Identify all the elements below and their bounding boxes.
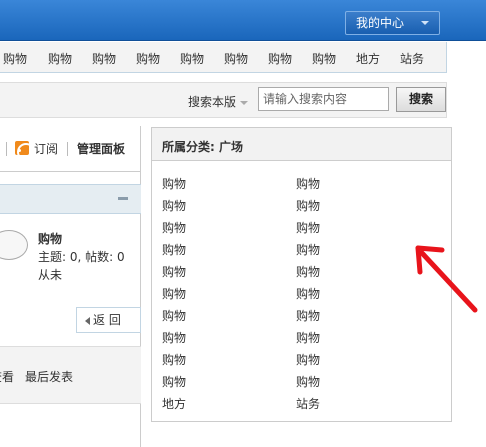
search-scope-label: 搜索本版 [188, 95, 237, 109]
annotation-arrow-icon [415, 245, 478, 313]
search-input[interactable] [258, 87, 389, 111]
category-item[interactable]: 购物 [296, 263, 320, 280]
top-bar: 我的中心 [0, 0, 486, 41]
user-center-label: 我的中心 [356, 16, 405, 30]
rss-icon[interactable] [15, 141, 29, 155]
category-item[interactable]: 购物 [296, 219, 320, 236]
nav-item[interactable]: 地方 [356, 50, 380, 67]
forum-stats: 主题: 0, 帖数: 0 [38, 250, 125, 264]
category-item[interactable]: 购物 [162, 329, 186, 346]
nav-item[interactable]: 购物 [3, 50, 27, 67]
search-bar: 搜索本版 搜索 [0, 82, 447, 118]
back-button-label: 返 回 [93, 313, 121, 327]
chevron-down-icon [421, 21, 429, 25]
category-header: 所属分类: 广场 [152, 128, 451, 161]
category-item[interactable]: 购物 [162, 197, 186, 214]
category-item[interactable]: 购物 [296, 241, 320, 258]
category-item[interactable]: 购物 [162, 219, 186, 236]
category-box: 所属分类: 广场 购物 购物 购物 购物 购物 购物 购物 购物 购物 购物 地… [151, 127, 452, 422]
manage-panel-link[interactable]: 管理面板 [77, 140, 125, 157]
nav-item[interactable]: 站务 [400, 50, 424, 67]
category-item[interactable]: 购物 [296, 175, 320, 192]
category-item[interactable]: 购物 [296, 373, 320, 390]
category-item[interactable]: 地方 [162, 395, 186, 412]
subforum-header [0, 184, 141, 214]
minus-icon[interactable] [118, 197, 128, 200]
category-item[interactable]: 购物 [162, 285, 186, 302]
nav-item[interactable]: 购物 [48, 50, 72, 67]
search-button[interactable]: 搜索 [396, 87, 446, 112]
forum-name-link[interactable]: 购物 [38, 230, 62, 247]
category-item[interactable]: 购物 [162, 241, 186, 258]
speech-bubble-icon [0, 230, 28, 260]
category-nav: 购物 购物 购物 购物 购物 购物 购物 购物 地方 站务 [0, 42, 447, 73]
category-item[interactable]: 购物 [162, 175, 186, 192]
category-item[interactable]: 购物 [162, 351, 186, 368]
category-item[interactable]: 购物 [296, 285, 320, 302]
search-scope-select[interactable]: 搜索本版 [188, 93, 249, 110]
category-item[interactable]: 购物 [296, 197, 320, 214]
nav-item[interactable]: 购物 [268, 50, 292, 67]
latest-post-link[interactable]: 最后发表 [25, 368, 73, 385]
back-button[interactable]: 返 回 [76, 307, 141, 333]
nav-item[interactable]: 购物 [92, 50, 116, 67]
nav-item[interactable]: 购物 [312, 50, 336, 67]
back-arrow-icon [85, 317, 90, 325]
category-item[interactable]: 购物 [296, 329, 320, 346]
category-item[interactable]: 购物 [162, 373, 186, 390]
forum-toolbar: 订阅 管理面板 [0, 126, 141, 172]
divider [6, 142, 7, 156]
nav-item[interactable]: 购物 [136, 50, 160, 67]
view-link[interactable]: 查看 [0, 368, 14, 385]
category-item[interactable]: 购物 [162, 263, 186, 280]
category-item[interactable]: 购物 [296, 307, 320, 324]
nav-item[interactable]: 购物 [224, 50, 248, 67]
category-item[interactable]: 购物 [296, 351, 320, 368]
user-center-button[interactable]: 我的中心 [345, 11, 440, 35]
forum-last-post: 从未 [38, 268, 63, 282]
divider [67, 142, 68, 156]
category-item[interactable]: 购物 [162, 307, 186, 324]
category-title: 所属分类: 广场 [162, 140, 243, 154]
category-item[interactable]: 站务 [296, 395, 320, 412]
nav-item[interactable]: 购物 [180, 50, 204, 67]
forum-panel: 订阅 管理面板 购物 主题: 0, 帖数: 0 从未 返 回 查看 最后发表 [0, 126, 141, 447]
chevron-down-icon [240, 100, 249, 105]
thread-sort-bar: 查看 最后发表 [0, 346, 141, 404]
subscribe-link[interactable]: 订阅 [34, 140, 58, 157]
